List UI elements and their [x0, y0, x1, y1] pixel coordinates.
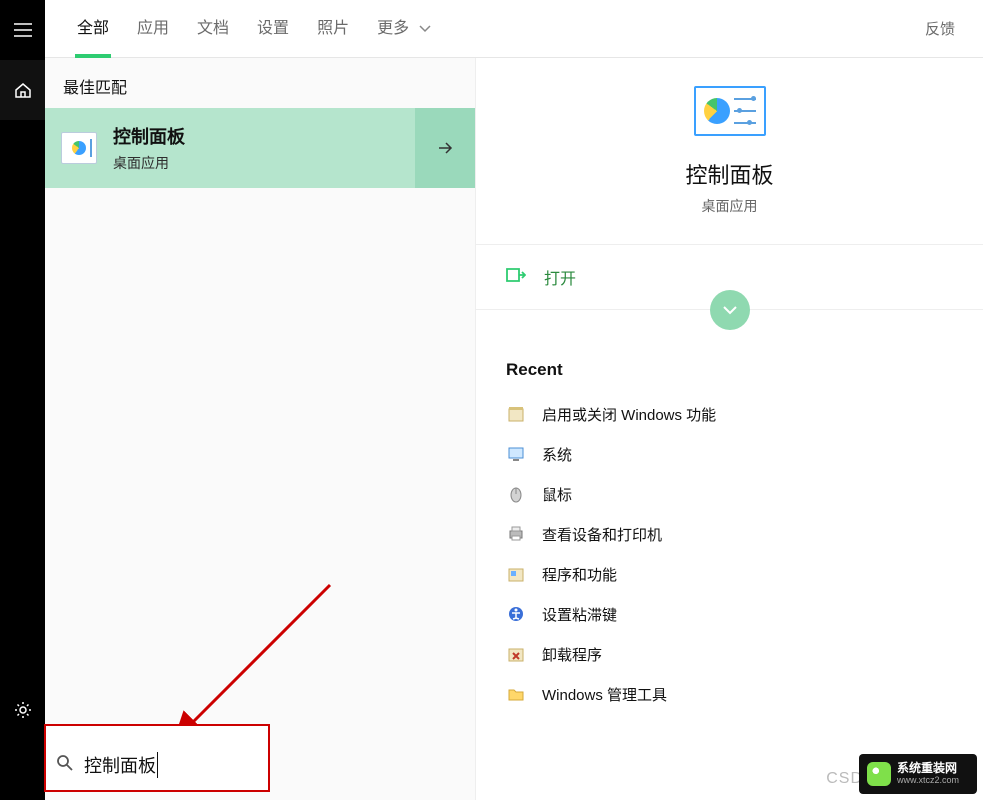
uninstall-icon [506, 644, 526, 664]
tab-more[interactable]: 更多 [363, 0, 445, 58]
search-box[interactable]: 控制面板 [44, 724, 270, 792]
open-icon [506, 267, 526, 288]
home-icon [14, 81, 32, 99]
arrow-right-icon [435, 138, 455, 158]
recent-item-label: 鼠标 [542, 484, 572, 505]
recent-item-label: 设置粘滞键 [542, 604, 617, 625]
recent-item-devices-printers[interactable]: 查看设备和打印机 [506, 514, 953, 554]
printer-icon [506, 524, 526, 544]
result-subtitle: 桌面应用 [113, 153, 415, 173]
watermark-brand: 系统重装网 [897, 762, 959, 775]
accessibility-icon [506, 604, 526, 624]
chevron-down-icon [721, 304, 739, 316]
result-control-panel[interactable]: 控制面板 桌面应用 [45, 108, 475, 188]
recent-item-windows-features[interactable]: 启用或关闭 Windows 功能 [506, 394, 953, 434]
preview-column: 控制面板 桌面应用 打开 Recent [475, 58, 983, 800]
recent-item-mouse[interactable]: 鼠标 [506, 474, 953, 514]
recent-item-programs-features[interactable]: 程序和功能 [506, 554, 953, 594]
recent-heading: Recent [506, 360, 953, 380]
control-panel-icon [61, 132, 97, 164]
watermark-url: www.xtcz2.com [897, 776, 959, 786]
site-watermark: 系统重装网 www.xtcz2.com [859, 754, 977, 794]
recent-item-label: 程序和功能 [542, 564, 617, 585]
recent-item-label: Windows 管理工具 [542, 684, 667, 705]
watermark-logo-icon [867, 762, 891, 786]
best-match-label: 最佳匹配 [45, 58, 475, 108]
results-column: 最佳匹配 控制面板 桌面应用 [45, 58, 475, 800]
recent-item-sticky-keys[interactable]: 设置粘滞键 [506, 594, 953, 634]
search-input-value: 控制面板 [84, 752, 158, 778]
folder-icon [506, 684, 526, 704]
chevron-down-icon [418, 20, 432, 37]
home-button[interactable] [0, 60, 45, 120]
programs-icon [506, 564, 526, 584]
recent-item-label: 启用或关闭 Windows 功能 [542, 404, 716, 425]
preview-subtitle: 桌面应用 [702, 196, 758, 216]
preview-title: 控制面板 [685, 158, 773, 190]
expand-button[interactable] [710, 290, 750, 330]
hamburger-icon [14, 23, 32, 37]
settings-button[interactable] [0, 680, 45, 740]
result-title: 控制面板 [113, 123, 415, 149]
tab-documents[interactable]: 文档 [183, 0, 243, 58]
result-open-arrow[interactable] [415, 108, 475, 188]
recent-item-label: 查看设备和打印机 [542, 524, 662, 545]
tab-photos[interactable]: 照片 [303, 0, 363, 58]
tab-settings[interactable]: 设置 [243, 0, 303, 58]
tabs-bar: 全部 应用 文档 设置 照片 更多 反馈 [45, 0, 983, 58]
tab-apps[interactable]: 应用 [123, 0, 183, 58]
menu-button[interactable] [0, 0, 45, 60]
tab-more-label: 更多 [377, 20, 409, 37]
tab-all[interactable]: 全部 [63, 0, 123, 58]
open-label: 打开 [544, 265, 576, 289]
gear-icon [14, 701, 32, 719]
control-panel-large-icon [694, 86, 766, 136]
csd-watermark: CSD [826, 770, 863, 788]
recent-item-uninstall[interactable]: 卸载程序 [506, 634, 953, 674]
recent-item-admin-tools[interactable]: Windows 管理工具 [506, 674, 953, 714]
search-icon [56, 754, 74, 777]
recent-item-label: 系统 [542, 444, 572, 465]
recent-item-system[interactable]: 系统 [506, 434, 953, 474]
feature-box-icon [506, 404, 526, 424]
left-rail [0, 0, 45, 800]
recent-item-label: 卸载程序 [542, 644, 602, 665]
system-icon [506, 444, 526, 464]
mouse-icon [506, 484, 526, 504]
feedback-link[interactable]: 反馈 [917, 18, 963, 39]
